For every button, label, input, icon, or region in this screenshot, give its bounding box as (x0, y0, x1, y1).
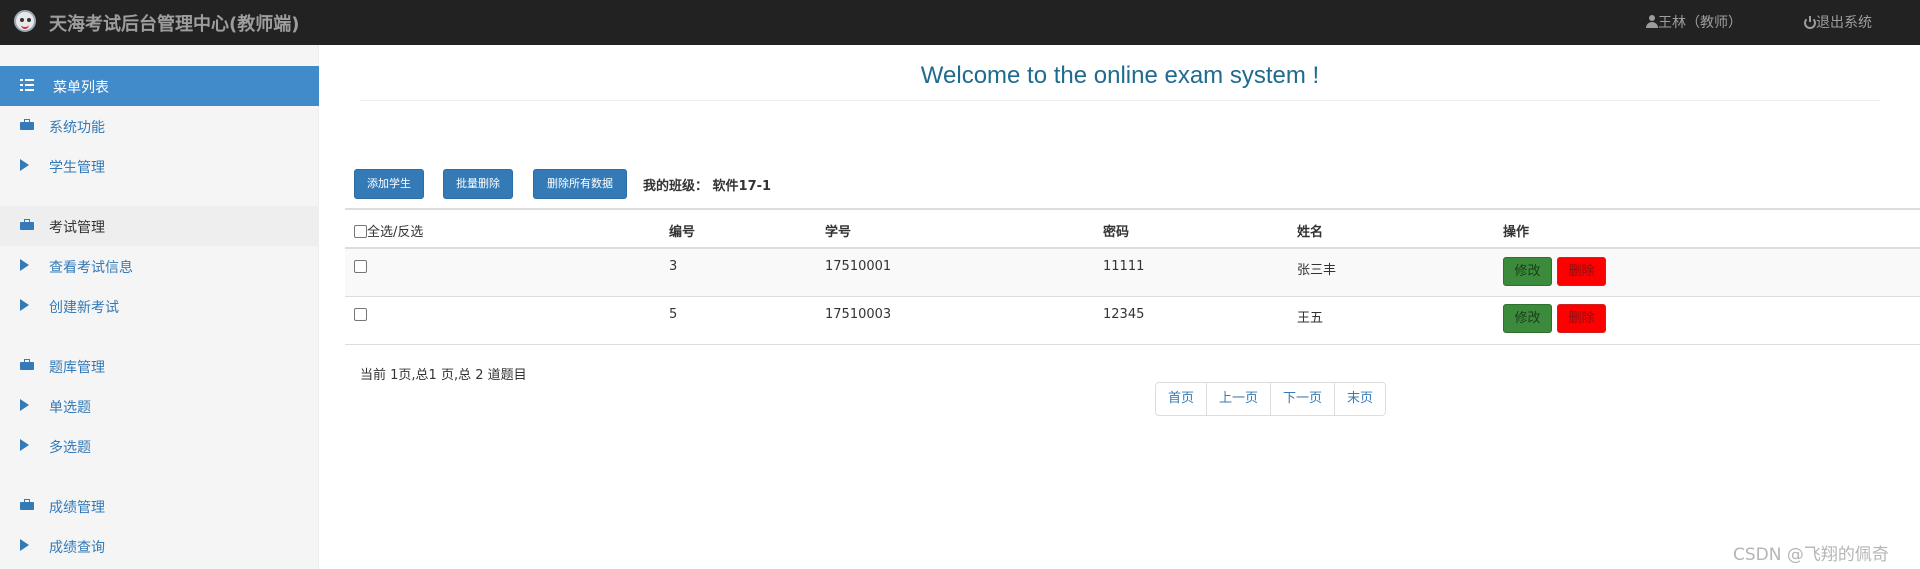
play-icon (20, 399, 29, 411)
sidebar-item-question-bank[interactable]: 题库管理 (0, 346, 319, 386)
column-header-actions: 操作 (1503, 225, 1530, 240)
app-title[interactable]: 天海考试后台管理中心(教师端) (49, 10, 299, 36)
briefcase-icon (20, 499, 34, 510)
play-icon (20, 539, 29, 551)
row-checkbox[interactable] (354, 308, 367, 321)
select-all-label: 全选/反选 (367, 225, 424, 240)
user-icon (1646, 15, 1658, 28)
sidebar-item-label: 多选题 (49, 440, 91, 456)
logout-label: 退出系统 (1816, 15, 1872, 31)
sidebar-menu-title[interactable]: 菜单列表 (0, 66, 319, 106)
column-header-student-no: 学号 (825, 225, 852, 240)
select-all-header[interactable]: 全选/反选 (354, 221, 423, 240)
sidebar: 菜单列表 系统功能 学生管理 考试管理 查看考试信息 创建新考试 题库管理 单选… (0, 45, 319, 569)
cell-password: 12345 (1103, 307, 1145, 322)
sidebar-item-score-query[interactable]: 成绩查询 (0, 526, 319, 566)
list-icon (20, 79, 34, 91)
edit-button[interactable]: 修改 (1503, 257, 1552, 286)
logo-icon (14, 10, 36, 32)
sidebar-item-label: 成绩管理 (49, 500, 105, 516)
sidebar-item-student-management[interactable]: 学生管理 (0, 146, 319, 186)
sidebar-item-label: 查看考试信息 (49, 260, 133, 276)
cell-name: 王五 (1297, 311, 1324, 326)
sidebar-item-label: 考试管理 (49, 220, 105, 236)
user-name: 王林（教师） (1658, 15, 1742, 31)
cell-id: 5 (669, 307, 678, 322)
sidebar-item-single-choice[interactable]: 单选题 (0, 386, 319, 426)
batch-delete-button[interactable]: 批量删除 (443, 169, 513, 199)
sidebar-item-label: 系统功能 (49, 120, 105, 136)
briefcase-icon (20, 219, 34, 230)
row-checkbox[interactable] (354, 260, 367, 273)
pagination: 首页 上一页 下一页 末页 (1155, 382, 1387, 416)
select-all-checkbox[interactable] (354, 225, 367, 238)
sidebar-item-label: 成绩查询 (49, 540, 105, 556)
divider (360, 100, 1880, 101)
delete-all-button[interactable]: 删除所有数据 (533, 169, 627, 199)
prev-page-link[interactable]: 上一页 (1206, 383, 1270, 415)
table-row: 3 17510001 11111 张三丰 修改 删除 (345, 249, 1920, 297)
cell-student-no: 17510003 (825, 307, 892, 322)
delete-button[interactable]: 删除 (1557, 257, 1606, 286)
column-header-name: 姓名 (1297, 225, 1324, 240)
last-page-link[interactable]: 末页 (1334, 383, 1385, 415)
cell-name: 张三丰 (1297, 263, 1337, 278)
play-icon (20, 439, 29, 451)
sidebar-item-label: 单选题 (49, 400, 91, 416)
power-icon (1804, 16, 1816, 29)
sidebar-item-multiple-choice[interactable]: 多选题 (0, 426, 319, 466)
cell-id: 3 (669, 259, 678, 274)
briefcase-icon (20, 359, 34, 370)
next-page-link[interactable]: 下一页 (1270, 383, 1334, 415)
column-header-id: 编号 (669, 225, 696, 240)
class-label: 我的班级： 软件17-1 (643, 179, 772, 194)
sidebar-item-score-management[interactable]: 成绩管理 (0, 486, 319, 526)
sidebar-item-create-exam[interactable]: 创建新考试 (0, 286, 319, 326)
sidebar-item-view-exams[interactable]: 查看考试信息 (0, 246, 319, 286)
cell-password: 11111 (1103, 259, 1145, 274)
play-icon (20, 159, 29, 171)
play-icon (20, 299, 29, 311)
briefcase-icon (20, 119, 34, 130)
sidebar-item-label: 创建新考试 (49, 300, 119, 316)
sidebar-item-label: 题库管理 (49, 360, 105, 376)
sidebar-item-label: 学生管理 (49, 160, 105, 176)
delete-button[interactable]: 删除 (1557, 304, 1606, 333)
sidebar-item-exam-management[interactable]: 考试管理 (0, 206, 319, 246)
table-border (345, 208, 1920, 210)
top-navbar: 天海考试后台管理中心(教师端) 王林（教师） 退出系统 (0, 0, 1920, 45)
column-header-password: 密码 (1103, 225, 1130, 240)
first-page-link[interactable]: 首页 (1156, 383, 1206, 415)
sidebar-item-system-functions[interactable]: 系统功能 (0, 106, 319, 146)
page-info: 当前 1页,总1 页,总 2 道题目 (360, 368, 527, 383)
cell-student-no: 17510001 (825, 259, 892, 274)
user-menu[interactable]: 王林（教师） (1646, 12, 1742, 32)
sidebar-menu-title-label: 菜单列表 (53, 80, 109, 96)
watermark: CSDN @飞翔的佩奇 (1733, 545, 1889, 565)
play-icon (20, 259, 29, 271)
add-student-button[interactable]: 添加学生 (354, 169, 424, 199)
table-row: 5 17510003 12345 王五 修改 删除 (345, 297, 1920, 345)
welcome-heading: Welcome to the online exam system ! (920, 62, 1320, 89)
edit-button[interactable]: 修改 (1503, 304, 1552, 333)
logout-link[interactable]: 退出系统 (1804, 12, 1872, 32)
